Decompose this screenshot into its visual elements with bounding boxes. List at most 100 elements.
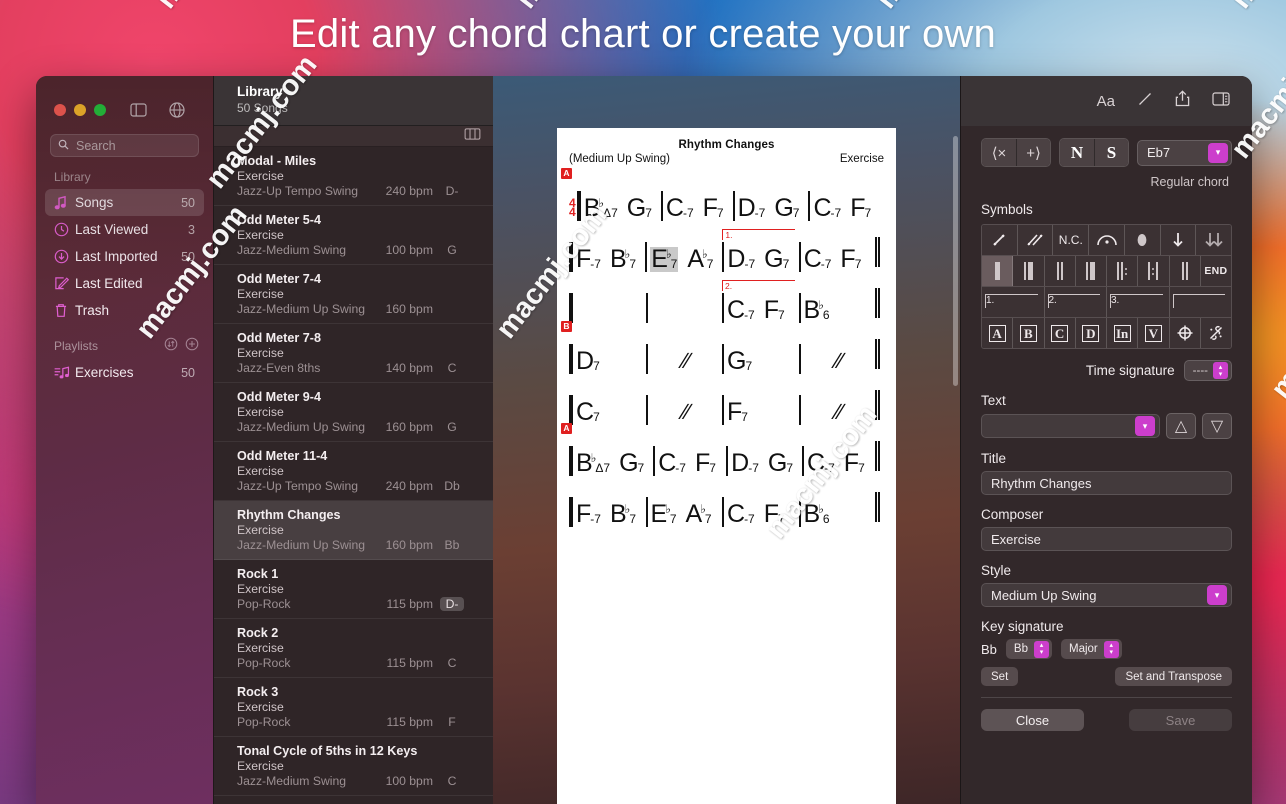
chord-symbol[interactable]: F7 — [764, 502, 785, 527]
simile-1-bar-icon[interactable] — [982, 225, 1018, 255]
chord-symbol[interactable]: C-7 — [666, 196, 694, 221]
chord-symbol[interactable]: C-7 — [807, 451, 835, 476]
barline[interactable] — [722, 395, 724, 425]
section-marker[interactable]: A — [561, 168, 572, 179]
chord-symbol[interactable]: G7 — [619, 451, 644, 476]
chart-measure[interactable]: C-7 F7 — [660, 191, 733, 226]
sidebar-item-trash[interactable]: Trash — [45, 297, 204, 324]
chord-symbol[interactable]: F7 — [695, 451, 716, 476]
barline-end[interactable] — [875, 389, 877, 420]
key-mode-select[interactable]: Major ▴ ▾ — [1060, 639, 1122, 659]
barline[interactable] — [645, 497, 648, 527]
time-signature[interactable]: 44 — [569, 197, 576, 226]
barline-thin-thick-icon[interactable] — [1013, 256, 1045, 286]
barline[interactable] — [722, 242, 725, 272]
chord-symbol[interactable]: A♭7 — [687, 247, 713, 272]
stepper-arrows-icon[interactable]: ▴ ▾ — [1213, 362, 1228, 379]
no-chord-icon[interactable]: N.C. — [1053, 225, 1090, 255]
chord-symbol[interactable]: F7 — [764, 298, 785, 323]
chord-chart-paper[interactable]: Rhythm Changes (Medium Up Swing) Exercis… — [557, 128, 896, 804]
chord-symbol[interactable]: D7 — [576, 349, 600, 374]
song-list-item[interactable]: Odd Meter 7-4 Exercise Jazz-Medium Up Swin… — [214, 265, 493, 324]
barline[interactable] — [802, 446, 805, 476]
barline-end[interactable] — [875, 491, 877, 522]
barline-single-icon[interactable] — [982, 256, 1014, 286]
chord-symbol[interactable]: F7 — [850, 196, 871, 221]
section-vamp-button[interactable]: V — [1138, 318, 1170, 348]
chord-symbol[interactable]: B♭6 — [804, 298, 830, 323]
sidebar-item-last-viewed[interactable]: Last Viewed 3 — [45, 216, 204, 243]
section-button[interactable]: S — [1094, 139, 1128, 166]
section-marker[interactable]: A — [561, 423, 572, 434]
chord-symbol[interactable]: C-7 — [804, 247, 832, 272]
pencil-icon[interactable] — [1137, 91, 1153, 112]
song-list-item[interactable]: Rock 3 Exercise Pop-Rock 115 bpm F — [214, 678, 493, 737]
add-chord-button[interactable]: +⟩ — [1016, 139, 1050, 166]
chord-symbol[interactable]: F7 — [703, 196, 724, 221]
chevron-down-icon[interactable]: ▾ — [1135, 416, 1155, 436]
chevron-down-icon[interactable]: ▾ — [1207, 585, 1227, 605]
remove-chord-button[interactable]: ⟨× — [982, 139, 1016, 166]
volta-2-button[interactable]: 2. — [1044, 287, 1107, 317]
barline-final-icon[interactable] — [1075, 256, 1107, 286]
barline[interactable] — [569, 395, 573, 425]
add-playlist-icon[interactable] — [185, 337, 199, 354]
chord-symbol[interactable]: D-7 — [738, 196, 766, 221]
chord-symbol[interactable]: C7 — [576, 400, 600, 425]
minimize-button[interactable] — [74, 104, 86, 116]
barline[interactable] — [645, 242, 648, 272]
section-intro-button[interactable]: In — [1107, 318, 1139, 348]
chord-symbol[interactable]: B♭6 — [804, 502, 830, 527]
barline-end[interactable] — [874, 236, 877, 267]
zoom-button[interactable] — [94, 104, 106, 116]
barline[interactable] — [798, 242, 801, 272]
chord-symbol[interactable]: D-7 — [731, 451, 759, 476]
chord-symbol[interactable]: C-7 — [727, 502, 755, 527]
chart-measure[interactable]: ∕∕ — [798, 395, 876, 430]
chart-system[interactable]: A 4 4 B♭Δ7 G7 C-7 F7 D-7 G7 C-7 F7 — [561, 168, 884, 226]
chart-measure[interactable]: D7 — [569, 344, 646, 379]
chord-select[interactable]: Eb7 ▾ — [1137, 139, 1232, 166]
fermata-icon[interactable] — [1089, 225, 1125, 255]
chord-symbol[interactable]: C-7 — [727, 298, 755, 323]
barline[interactable] — [722, 497, 724, 527]
chart-measure[interactable]: F7 — [722, 395, 799, 430]
chart-system[interactable]: 2. C-7 F7 B♭6 — [569, 277, 884, 328]
song-list-item[interactable]: Rhythm Changes Exercise Jazz-Medium Up Swi… — [214, 501, 493, 560]
volta-3-button[interactable]: 3. — [1107, 287, 1170, 317]
song-list-item[interactable]: Odd Meter 7-8 Exercise Jazz-Even 8ths 140 b… — [214, 324, 493, 383]
down-arrow-icon[interactable] — [1160, 225, 1197, 255]
repeat-both-icon[interactable] — [1169, 256, 1201, 286]
text-format-icon[interactable]: Aa — [1097, 93, 1115, 110]
chart-measure[interactable]: C-7 F7 — [798, 242, 875, 277]
coda-icon[interactable] — [1169, 318, 1201, 348]
chart-measure[interactable] — [569, 293, 646, 328]
song-list-item[interactable]: Tonal Cycle of 5ths in 12 Keys Exercise Ja… — [214, 737, 493, 796]
barline[interactable] — [569, 446, 573, 476]
chord-symbol[interactable]: F-7 — [576, 502, 601, 527]
barline-double-icon[interactable] — [1044, 256, 1076, 286]
text-down-button[interactable]: ▽ — [1202, 413, 1232, 439]
barline[interactable] — [569, 344, 573, 374]
chart-measure[interactable]: F-7 B♭7 — [569, 497, 646, 532]
barline-end[interactable] — [875, 338, 877, 369]
chart-measure[interactable]: E♭7 A♭7 — [645, 242, 722, 277]
repeat-start-icon[interactable] — [1107, 256, 1139, 286]
chart-system[interactable]: F-7 B♭7 E♭7 A♭7 1. D-7 G7 C-7 F7 — [569, 226, 884, 277]
barline[interactable] — [569, 497, 573, 527]
chart-measure[interactable]: C7 — [569, 395, 646, 430]
chart-measure[interactable]: ∕∕ — [645, 395, 723, 430]
time-signature-stepper[interactable]: ---- ▴ ▾ — [1183, 360, 1232, 381]
chevron-down-icon[interactable]: ▾ — [1208, 142, 1228, 163]
chart-measure[interactable]: D-7 G7 — [732, 191, 809, 226]
barline[interactable] — [798, 344, 801, 374]
chord-symbol[interactable]: G7 — [774, 196, 799, 221]
chart-measure[interactable]: C-7 F7 — [653, 446, 726, 481]
repeat-bar-symbol[interactable]: ∕∕ — [683, 348, 690, 374]
chart-measure[interactable]: B♭6 — [798, 293, 876, 328]
end-marker-button[interactable]: END — [1200, 256, 1231, 286]
style-select[interactable]: Medium Up Swing ▾ — [981, 583, 1232, 607]
song-list-item[interactable]: Odd Meter 11-4 Exercise Jazz-Up Tempo Swin… — [214, 442, 493, 501]
section-c-button[interactable]: C — [1044, 318, 1076, 348]
chord-symbol[interactable]: G7 — [627, 196, 652, 221]
